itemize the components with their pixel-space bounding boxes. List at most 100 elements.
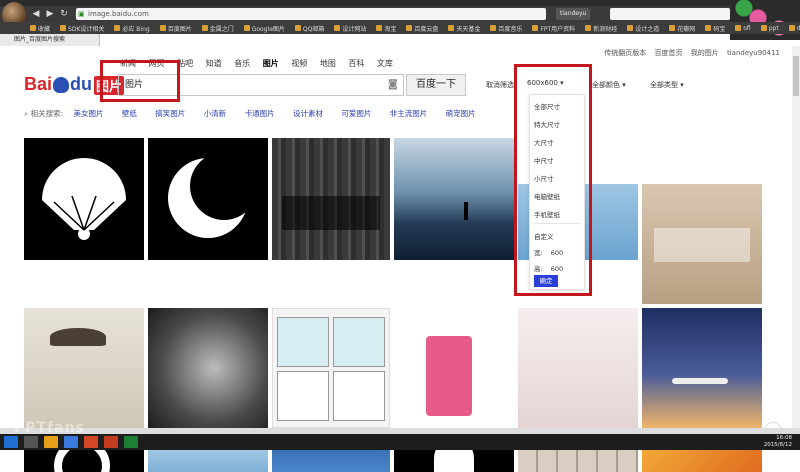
lamp-shade — [50, 328, 106, 346]
bookmark-item[interactable]: 新浪财经 — [585, 24, 617, 33]
powerpoint-icon[interactable] — [84, 436, 98, 448]
search-button[interactable]: 百度一下 — [406, 74, 466, 96]
bookmark-item[interactable]: dribbble — [788, 25, 800, 32]
related-item[interactable]: 非主流图片 — [390, 109, 428, 118]
nav-baike[interactable]: 百科 — [348, 59, 364, 68]
comic-panel — [333, 317, 385, 367]
link-my-images[interactable]: 我的图片 — [691, 49, 719, 57]
profile-button[interactable]: tiandeyu — [556, 8, 591, 20]
forward-icon[interactable]: ▶ — [44, 8, 56, 20]
size-option-phone-wallpaper[interactable]: 手机壁纸 — [534, 209, 560, 219]
nav-zhidao[interactable]: 知道 — [206, 59, 222, 68]
width-label: 宽: — [534, 249, 543, 257]
image-tile-pink-bag[interactable] — [394, 308, 514, 428]
folder-icon — [201, 25, 208, 31]
size-option-large[interactable]: 大尺寸 — [534, 137, 554, 147]
image-tile-wood[interactable] — [272, 138, 390, 260]
nav-map[interactable]: 地图 — [320, 59, 336, 68]
dropdown-divider — [534, 223, 580, 224]
bookmark-item[interactable]: 设计之道 — [627, 24, 659, 33]
explorer-icon[interactable] — [44, 436, 58, 448]
bookmark-item[interactable]: ppt — [760, 25, 779, 32]
browser-icon[interactable] — [64, 436, 78, 448]
related-item[interactable]: 搞笑图片 — [155, 109, 185, 118]
image-tile-fan[interactable] — [24, 138, 144, 260]
image-tile-moon[interactable] — [148, 138, 268, 260]
type-select[interactable]: 全部类型 ▾ — [650, 80, 684, 90]
address-bar[interactable]: ▣ image.baidu.com — [76, 8, 546, 20]
height-input[interactable]: 600 — [551, 265, 563, 273]
bookmark-item[interactable]: 百度音乐 — [490, 24, 522, 33]
link-baidu-home[interactable]: 百度首页 — [655, 49, 683, 57]
image-tile-seaside[interactable] — [394, 138, 514, 260]
paw-icon — [53, 77, 70, 94]
start-icon[interactable] — [4, 436, 18, 448]
related-item[interactable]: 设计素材 — [293, 109, 323, 118]
bookmark-item[interactable]: Google图片 — [243, 24, 285, 33]
browser-search-field[interactable] — [610, 8, 730, 20]
confirm-button[interactable]: 确定 — [534, 275, 558, 287]
star-icon — [30, 25, 36, 31]
family-letters — [654, 228, 750, 262]
bookmark-item[interactable]: 收藏 — [30, 24, 50, 33]
taskview-icon[interactable] — [24, 436, 38, 448]
reload-icon[interactable]: ↻ — [58, 8, 70, 20]
related-item[interactable]: 可爱图片 — [341, 109, 371, 118]
bookmark-item[interactable]: 天天基金 — [448, 24, 480, 33]
taskbar-clock[interactable]: 16:08 2015/8/12 — [764, 435, 792, 449]
size-option-small[interactable]: 小尺寸 — [534, 173, 554, 183]
size-option-medium[interactable]: 中尺寸 — [534, 155, 554, 165]
size-option-desktop-wallpaper[interactable]: 电脑壁纸 — [534, 191, 560, 201]
folder-icon — [669, 25, 676, 31]
folder-icon — [159, 25, 166, 31]
related-item[interactable]: 壁纸 — [122, 109, 137, 118]
scroll-thumb[interactable] — [793, 56, 799, 96]
cancel-filter-link[interactable]: 取消筛选 — [486, 80, 514, 90]
nav-wenku[interactable]: 文库 — [377, 59, 393, 68]
related-item[interactable]: 萌宠图片 — [446, 109, 476, 118]
bookmark-item[interactable]: 百度图片 — [159, 24, 192, 33]
related-item[interactable]: 美女图片 — [74, 109, 104, 118]
folder-icon — [376, 25, 383, 31]
bookmark-item[interactable]: FPT用户资料 — [532, 24, 575, 33]
nav-video[interactable]: 视频 — [291, 59, 307, 68]
bookmark-item[interactable]: 金属之门 — [201, 24, 234, 33]
image-tile-anime-girl[interactable] — [518, 308, 638, 428]
image-tile-comic[interactable] — [272, 308, 390, 428]
link-username[interactable]: tiandeyu90411 — [727, 49, 780, 57]
folder-icon — [532, 25, 539, 31]
bookmark-item[interactable]: SDK设计相关 — [60, 24, 104, 33]
width-input[interactable]: 600 — [551, 249, 563, 257]
bookmark-item[interactable]: 百度云盘 — [406, 24, 438, 33]
pink-pouch — [426, 336, 472, 416]
tab-baidu-images[interactable]: 图片_百度图片搜索 — [0, 34, 100, 46]
app-icon[interactable] — [124, 436, 138, 448]
image-tile-airplane[interactable] — [642, 308, 762, 428]
bookmark-item[interactable]: QQ邮箱 — [294, 24, 324, 33]
nav-images[interactable]: 图片 — [263, 59, 279, 68]
app-icon[interactable] — [104, 436, 118, 448]
nav-music[interactable]: 音乐 — [234, 59, 250, 68]
image-tile-lamp[interactable] — [24, 308, 144, 428]
image-tile-kitten[interactable] — [148, 308, 268, 428]
page-content: 传统翻页版本 百度首页 我的图片 tiandeyu90411 新闻 网页 贴吧 … — [0, 46, 800, 472]
back-icon[interactable]: ◀ — [30, 8, 42, 20]
size-option-all[interactable]: 全部尺寸 — [534, 101, 560, 111]
vertical-scrollbar[interactable] — [792, 46, 800, 428]
wood-panel-shade — [282, 196, 380, 230]
bookmark-item[interactable]: 码宝 — [705, 24, 725, 33]
size-option-extra-large[interactable]: 特大尺寸 — [534, 119, 560, 129]
bookmark-item[interactable]: 设计网站 — [334, 24, 366, 33]
bookmark-item[interactable]: ofl — [735, 25, 751, 32]
link-classic-version[interactable]: 传统翻页版本 — [604, 49, 646, 57]
folder-icon — [627, 25, 634, 31]
camera-icon[interactable]: ◙ — [388, 79, 398, 90]
related-item[interactable]: 卡通图片 — [245, 109, 275, 118]
bookmark-item[interactable]: 必应 Bing — [114, 24, 150, 33]
color-select[interactable]: 全部颜色 ▾ — [592, 80, 626, 90]
bookmark-item[interactable]: 花瓣网 — [669, 24, 695, 33]
bookmark-item[interactable]: 淘宝 — [376, 24, 396, 33]
folder-icon — [788, 25, 795, 31]
image-tile-family[interactable] — [642, 184, 762, 304]
related-item[interactable]: 小清新 — [204, 109, 227, 118]
